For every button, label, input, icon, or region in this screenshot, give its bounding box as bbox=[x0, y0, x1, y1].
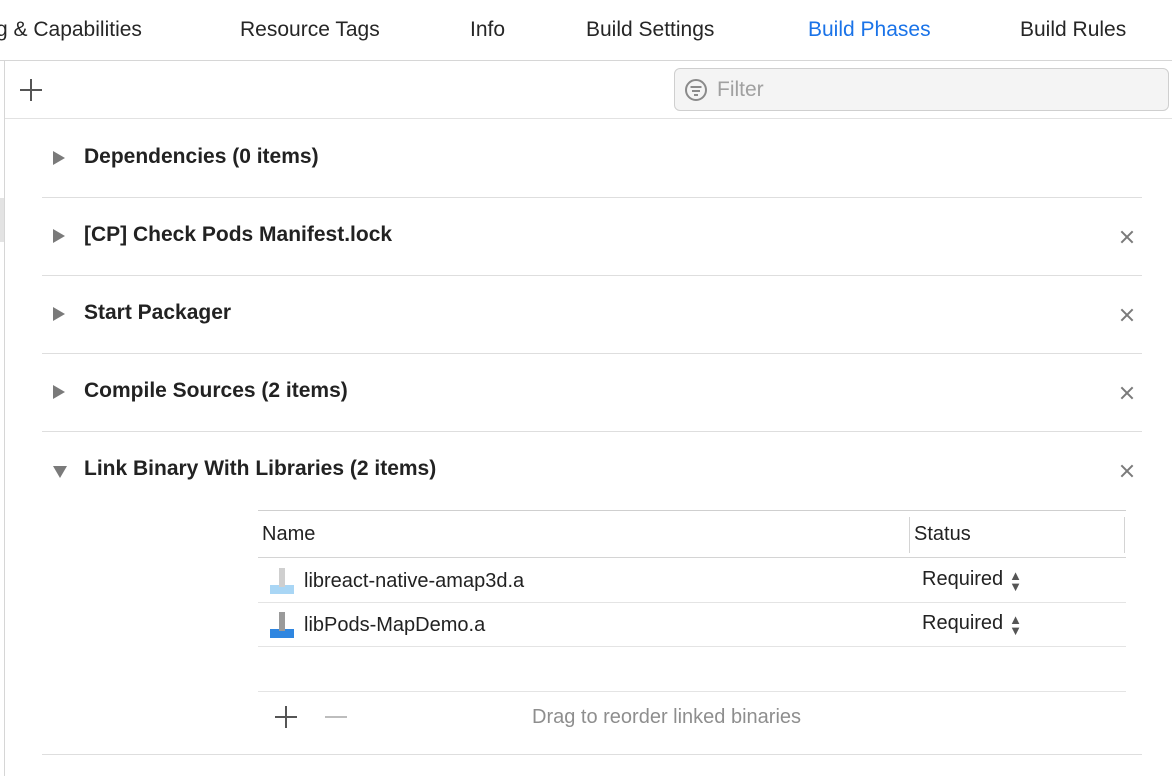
sidebar-selection-edge bbox=[0, 198, 4, 242]
library-name: libPods-MapDemo.a bbox=[304, 614, 486, 636]
disclosure-triangle-icon[interactable] bbox=[53, 385, 65, 399]
build-phase-link-binary: Link Binary With Libraries (2 items) Nam… bbox=[42, 432, 1142, 755]
filter-icon bbox=[685, 79, 707, 101]
table-row[interactable]: libPods-MapDemo.a Required ▲ ▼ bbox=[258, 603, 1126, 647]
filter-field[interactable] bbox=[674, 68, 1169, 111]
build-phases-toolbar bbox=[5, 61, 1172, 119]
table-header: Name Status bbox=[258, 511, 1126, 558]
tab-build-phases[interactable]: Build Phases bbox=[808, 18, 931, 42]
disclosure-triangle-icon[interactable] bbox=[53, 151, 65, 165]
status-popup[interactable]: Required ▲ ▼ bbox=[922, 612, 1022, 640]
phase-header[interactable]: Start Packager bbox=[42, 276, 1142, 354]
add-library-icon[interactable] bbox=[274, 705, 298, 729]
column-header-status[interactable]: Status bbox=[914, 523, 971, 546]
phase-title: [CP] Check Pods Manifest.lock bbox=[84, 223, 393, 246]
build-phase-check-pods-manifest: [CP] Check Pods Manifest.lock bbox=[42, 198, 1142, 276]
add-build-phase-icon[interactable] bbox=[17, 76, 45, 104]
empty-table-area bbox=[258, 647, 1126, 692]
table-row[interactable]: libreact-native-amap3d.a Required ▲ ▼ bbox=[258, 559, 1126, 603]
tab-build-rules[interactable]: Build Rules bbox=[1020, 18, 1126, 42]
phase-title: Dependencies (0 items) bbox=[84, 145, 319, 168]
status-value: Required bbox=[922, 612, 1004, 634]
column-divider bbox=[909, 517, 910, 553]
tab-info[interactable]: Info bbox=[470, 18, 505, 42]
phase-header[interactable]: Link Binary With Libraries (2 items) bbox=[42, 432, 1142, 510]
build-phase-compile-sources: Compile Sources (2 items) bbox=[42, 354, 1142, 432]
static-library-icon bbox=[270, 568, 294, 594]
up-down-chevron-icon: ▲ ▼ bbox=[1009, 612, 1023, 638]
linked-libraries-table: Name Status libreact-native-amap3d.a Req… bbox=[258, 510, 1126, 728]
tab-build-settings[interactable]: Build Settings bbox=[586, 18, 714, 42]
phase-header[interactable]: [CP] Check Pods Manifest.lock bbox=[42, 198, 1142, 276]
delete-phase-icon[interactable] bbox=[1116, 460, 1138, 482]
phase-title: Start Packager bbox=[84, 301, 232, 324]
column-header-name[interactable]: Name bbox=[262, 523, 315, 546]
phase-header[interactable]: Dependencies (0 items) bbox=[42, 120, 1142, 198]
build-phase-dependencies: Dependencies (0 items) bbox=[42, 120, 1142, 198]
status-value: Required bbox=[922, 568, 1004, 590]
static-library-icon bbox=[270, 612, 294, 638]
remove-library-icon[interactable] bbox=[324, 705, 348, 729]
column-divider bbox=[1124, 517, 1125, 553]
reorder-hint: Drag to reorder linked binaries bbox=[532, 706, 802, 728]
build-phase-start-packager: Start Packager bbox=[42, 276, 1142, 354]
disclosure-triangle-icon[interactable] bbox=[53, 229, 65, 243]
phase-header[interactable]: Compile Sources (2 items) bbox=[42, 354, 1142, 432]
delete-phase-icon[interactable] bbox=[1116, 382, 1138, 404]
filter-input[interactable] bbox=[717, 75, 1157, 105]
editor-tab-bar: g & Capabilities Resource Tags Info Buil… bbox=[0, 0, 1172, 61]
disclosure-triangle-icon[interactable] bbox=[53, 466, 67, 478]
tab-signing-capabilities[interactable]: g & Capabilities bbox=[0, 18, 142, 42]
disclosure-triangle-icon[interactable] bbox=[53, 307, 65, 321]
phase-title: Link Binary With Libraries (2 items) bbox=[84, 457, 437, 480]
table-footer: Drag to reorder linked binaries bbox=[258, 693, 1126, 743]
library-name: libreact-native-amap3d.a bbox=[304, 570, 525, 592]
status-popup[interactable]: Required ▲ ▼ bbox=[922, 568, 1022, 596]
tab-resource-tags[interactable]: Resource Tags bbox=[240, 18, 380, 42]
sidebar-divider bbox=[4, 61, 5, 776]
phase-title: Compile Sources (2 items) bbox=[84, 379, 348, 402]
delete-phase-icon[interactable] bbox=[1116, 226, 1138, 248]
delete-phase-icon[interactable] bbox=[1116, 304, 1138, 326]
up-down-chevron-icon: ▲ ▼ bbox=[1009, 568, 1023, 594]
